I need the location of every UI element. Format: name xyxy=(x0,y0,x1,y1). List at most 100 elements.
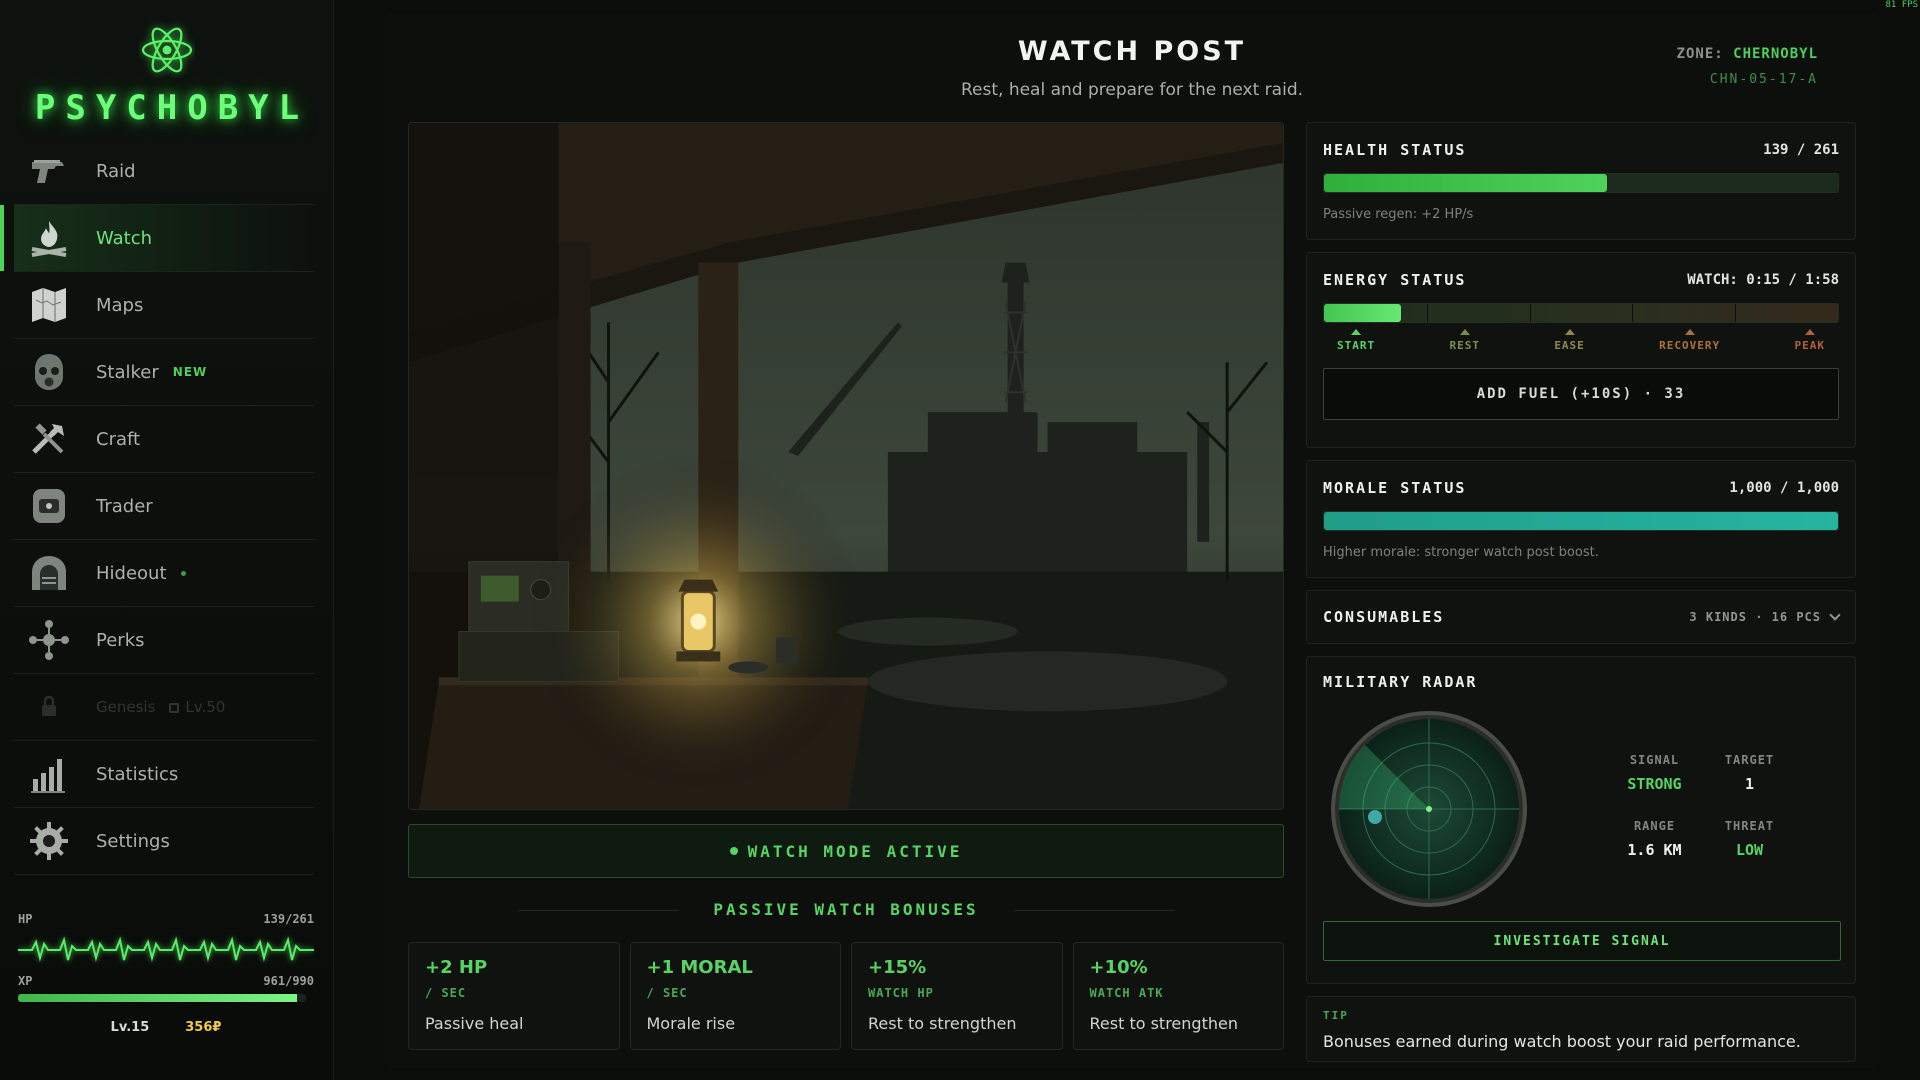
nav-item-raid[interactable]: Raid xyxy=(14,138,314,205)
zone-info: ZONE: CHERNOBYL CHN-05-17-A xyxy=(1677,46,1818,87)
nav-label-craft: Craft xyxy=(96,428,141,450)
bonus-section-title: PASSIVE WATCH BONUSES xyxy=(408,900,1284,919)
player-level: Lv.15 xyxy=(110,1020,150,1035)
player-money: 356₽ xyxy=(185,1020,222,1035)
nav-label-hideout: Hideout xyxy=(96,562,167,584)
bonus-value: +10% xyxy=(1089,957,1148,978)
bonus-value: +1 MORAL xyxy=(646,957,753,978)
stalker-mask-icon xyxy=(26,349,72,395)
phase-recovery: RECOVERY xyxy=(1659,329,1720,352)
nav-label-stalker: Stalker xyxy=(96,361,159,383)
energy-status-card: ENERGY STATUS WATCH: 0:15 / 1:58 START R… xyxy=(1306,252,1856,448)
consumables-dropdown[interactable]: CONSUMABLES 3 KINDS · 16 PCS xyxy=(1306,590,1856,644)
bar-chart-icon xyxy=(26,751,72,797)
main-nav: Raid Watch Maps Stalker NEW Craft Trader… xyxy=(0,138,314,875)
energy-divider xyxy=(1529,304,1531,322)
radar-title: MILITARY RADAR xyxy=(1323,673,1478,691)
bonus-value: +15% xyxy=(868,957,927,978)
radar-stats: SIGNAL STRONG TARGET 1 RANGE 1.6 KM THRE… xyxy=(1607,753,1797,859)
phase-label: REST xyxy=(1449,339,1480,352)
phase-ease: EASE xyxy=(1554,329,1585,352)
tip-card: TIP Bonuses earned during watch boost yo… xyxy=(1306,996,1856,1062)
small-lock-icon xyxy=(169,702,180,713)
add-fuel-button[interactable]: ADD FUEL (+10S) · 33 xyxy=(1323,368,1839,420)
nav-item-trader[interactable]: Trader xyxy=(14,473,314,540)
health-value: 139 / 261 xyxy=(1763,142,1839,158)
signal-value: STRONG xyxy=(1627,775,1682,793)
xp-row: XP 961/990 xyxy=(18,974,314,988)
range-value: 1.6 KM xyxy=(1627,841,1682,859)
bonus-description: Morale rise xyxy=(646,1014,736,1033)
nav-item-perks[interactable]: Perks xyxy=(14,607,314,674)
hp-label: HP xyxy=(18,912,33,926)
atom-icon xyxy=(139,22,195,78)
morale-value: 1,000 / 1,000 xyxy=(1729,480,1839,496)
nav-label-maps: Maps xyxy=(96,294,144,316)
phase-label: PEAK xyxy=(1794,339,1825,352)
nav-item-craft[interactable]: Craft xyxy=(14,406,314,473)
energy-phases: START REST EASE RECOVERY PEAK xyxy=(1337,329,1825,352)
energy-title: ENERGY STATUS xyxy=(1323,271,1467,289)
nav-item-maps[interactable]: Maps xyxy=(14,272,314,339)
threat-value: LOW xyxy=(1735,841,1764,859)
bonus-unit: / SEC xyxy=(646,986,688,1000)
active-dot xyxy=(729,847,738,855)
phase-start: START xyxy=(1337,329,1375,352)
threat-stat: THREAT LOW xyxy=(1702,819,1797,859)
zone-line: ZONE: CHERNOBYL xyxy=(1677,46,1818,62)
consumables-title: CONSUMABLES xyxy=(1323,608,1445,626)
signal-label: SIGNAL xyxy=(1629,753,1680,767)
nav-item-settings[interactable]: Settings xyxy=(14,808,314,875)
hp-row: HP 139/261 xyxy=(18,912,314,926)
bonus-list: +2 HP / SEC Passive heal +1 MORAL / SEC … xyxy=(408,942,1284,1050)
trader-icon xyxy=(26,483,72,529)
phase-label: RECOVERY xyxy=(1659,339,1721,352)
heartbeat-graph xyxy=(18,930,314,966)
investigate-signal-button[interactable]: INVESTIGATE SIGNAL xyxy=(1323,921,1841,961)
campfire-icon xyxy=(26,215,72,261)
nav-item-stalker[interactable]: Stalker NEW xyxy=(14,339,314,406)
sidebar: PSYCHOBYL Raid Watch Maps Stalker NEW Cr… xyxy=(0,0,334,1080)
target-label: TARGET xyxy=(1724,753,1775,767)
bonus-card: +1 MORAL / SEC Morale rise xyxy=(629,942,841,1050)
energy-header: ENERGY STATUS WATCH: 0:15 / 1:58 xyxy=(1307,271,1855,289)
nav-item-watch[interactable]: Watch xyxy=(0,205,314,272)
phase-rest: REST xyxy=(1449,329,1480,352)
range-label: RANGE xyxy=(1633,819,1676,833)
hp-value: 139/261 xyxy=(263,912,314,926)
nav-label-statistics: Statistics xyxy=(96,763,179,785)
consumables-summary-wrap: 3 KINDS · 16 PCS xyxy=(1689,609,1841,624)
health-title: HEALTH STATUS xyxy=(1323,141,1467,159)
xp-bar xyxy=(18,994,306,1002)
target-value: 1 xyxy=(1744,775,1755,793)
health-fill xyxy=(1324,174,1607,192)
energy-divider xyxy=(1426,304,1428,322)
zone-label: ZONE: xyxy=(1676,46,1724,62)
health-status-card: HEALTH STATUS 139 / 261 Passive regen: +… xyxy=(1306,122,1856,240)
consumables-summary: 3 KINDS · 16 PCS xyxy=(1689,610,1821,624)
zone-value: CHERNOBYL xyxy=(1733,46,1818,62)
morale-note: Higher morale: stronger watch post boost… xyxy=(1323,545,1599,560)
watch-post-scene xyxy=(408,122,1284,810)
morale-bar xyxy=(1323,511,1839,531)
threat-label: THREAT xyxy=(1724,819,1775,833)
nav-item-hideout[interactable]: Hideout xyxy=(14,540,314,607)
nav-item-statistics[interactable]: Statistics xyxy=(14,741,314,808)
map-icon xyxy=(26,282,72,328)
tip-text: Bonuses earned during watch boost your r… xyxy=(1323,1032,1801,1051)
notification-dot xyxy=(180,570,186,576)
logo: PSYCHOBYL xyxy=(0,22,334,128)
bonus-value: +2 HP xyxy=(425,957,488,978)
bonus-description: Rest to strengthen xyxy=(868,1014,1017,1033)
bonus-card: +2 HP / SEC Passive heal xyxy=(408,942,620,1050)
radar-scope xyxy=(1329,709,1529,909)
bunker-icon xyxy=(26,550,72,596)
nav-label-watch: Watch xyxy=(96,227,153,249)
nav-label-raid: Raid xyxy=(96,160,136,182)
watch-mode-text: WATCH MODE ACTIVE xyxy=(747,841,963,861)
player-vitals: HP 139/261 XP 961/990 Lv.15 356₽ xyxy=(18,912,314,1035)
player-summary: Lv.15 356₽ xyxy=(18,1020,314,1035)
phase-label: EASE xyxy=(1554,339,1585,352)
energy-fill xyxy=(1324,304,1402,322)
pistol-icon xyxy=(26,148,72,194)
